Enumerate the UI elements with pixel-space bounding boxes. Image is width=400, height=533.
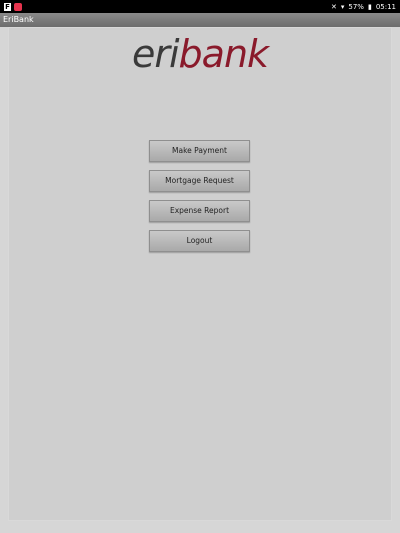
mute-icon: ✕ <box>331 2 337 11</box>
mortgage-request-button[interactable]: Mortgage Request <box>149 170 250 192</box>
battery-icon: ▮ <box>367 2 372 11</box>
status-right: ✕ ▾ 57% ▮ 05:11 <box>331 3 396 11</box>
make-payment-button[interactable]: Make Payment <box>149 140 250 162</box>
status-bar: F ✕ ▾ 57% ▮ 05:11 <box>0 0 400 13</box>
eribank-logo: eribank <box>0 28 400 88</box>
battery-level: 57% <box>348 2 364 11</box>
status-left: F <box>4 2 22 11</box>
clock: 05:11 <box>375 2 396 11</box>
app-title: EriBank <box>3 15 34 24</box>
wifi-icon: ▾ <box>340 2 345 11</box>
expense-report-button[interactable]: Expense Report <box>149 200 250 222</box>
app-title-bar: EriBank <box>0 13 400 27</box>
logo-part-bank: bank <box>178 32 269 76</box>
logo-part-eri: eri <box>131 32 180 76</box>
main-panel <box>9 28 391 520</box>
logout-button[interactable]: Logout <box>149 230 250 252</box>
notification-app-icon <box>14 2 22 11</box>
notification-f-icon: F <box>4 2 11 11</box>
logo-text: eribank <box>0 32 400 76</box>
